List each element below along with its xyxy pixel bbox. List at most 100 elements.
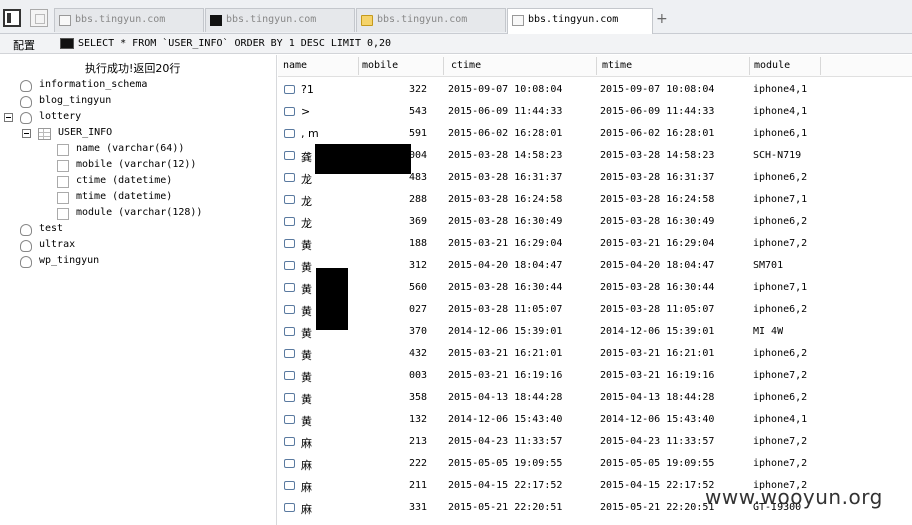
collapse-icon[interactable] [22, 129, 31, 138]
row-select-icon[interactable] [284, 217, 295, 226]
cell-ctime: 2015-05-05 19:09:55 [448, 458, 563, 469]
tab-4-active[interactable]: bbs.tingyun.com [507, 8, 653, 34]
cell-name: > [301, 105, 311, 118]
table-row[interactable]: 黄 432 2015-03-21 16:21:01 2015-03-21 16:21:… [278, 343, 912, 365]
cell-name: ?1 [301, 83, 314, 96]
column-icon [57, 208, 69, 220]
cell-mtime: 2015-03-28 16:31:37 [600, 172, 715, 183]
table-row[interactable]: 龙 288 2015-03-28 16:24:58 2015-03-28 16:24:… [278, 189, 912, 211]
column-resizer[interactable] [358, 57, 359, 75]
cell-name: 黄 [301, 415, 312, 428]
table-row[interactable]: 龙 369 2015-03-28 16:30:49 2015-03-28 16:30:… [278, 211, 912, 233]
tree-node-label: lottery [39, 111, 82, 122]
row-select-icon[interactable] [284, 173, 295, 182]
cell-mtime: 2015-03-28 16:24:58 [600, 194, 715, 205]
table-row[interactable]: 麻 222 2015-05-05 19:09:55 2015-05-05 19:09:… [278, 453, 912, 475]
tree-node-label: name (varchar(64)) [76, 143, 185, 154]
cell-name: 麻 [301, 503, 312, 516]
cell-mtime: 2015-03-21 16:29:04 [600, 238, 715, 249]
terminal-icon [210, 15, 222, 26]
row-select-icon[interactable] [284, 371, 295, 380]
cell-mtime: 2015-03-28 16:30:49 [600, 216, 715, 227]
cell-name: 黄 [301, 371, 312, 384]
row-select-icon[interactable] [284, 437, 295, 446]
row-select-icon[interactable] [284, 327, 295, 336]
column-resizer[interactable] [749, 57, 750, 75]
cell-mobile: 213 [409, 436, 428, 447]
cell-name: 黄 [301, 393, 312, 406]
column-resizer[interactable] [443, 57, 444, 75]
column-header-ctime[interactable]: ctime [451, 60, 481, 71]
cell-module: SCH-N719 [753, 150, 802, 161]
cell-name: 麻 [301, 459, 312, 472]
table-row[interactable]: 黄 003 2015-03-21 16:19:16 2015-03-21 16:19:… [278, 365, 912, 387]
table-row[interactable]: 黄 027 2015-03-28 11:05:07 2015-03-28 11:05:… [278, 299, 912, 321]
database-icon [20, 80, 32, 92]
row-select-icon[interactable] [284, 261, 295, 270]
cell-mobile: 222 [409, 458, 428, 469]
row-select-icon[interactable] [284, 283, 295, 292]
column-resizer[interactable] [820, 57, 821, 75]
collapse-icon[interactable] [4, 113, 13, 122]
row-select-icon[interactable] [284, 151, 295, 160]
tab-3[interactable]: bbs.tingyun.com [356, 8, 506, 32]
cell-name: 黄 [301, 239, 312, 252]
row-select-icon[interactable] [284, 107, 295, 116]
database-icon [20, 240, 32, 252]
column-header-module[interactable]: module [754, 60, 790, 71]
table-row[interactable]: >543 2015-06-09 11:44:33 2015-06-09 11:44:… [278, 101, 912, 123]
cell-mtime: 2014-12-06 15:43:40 [600, 414, 715, 425]
table-row[interactable]: 麻 213 2015-04-23 11:33:57 2015-04-23 11:33:… [278, 431, 912, 453]
row-select-icon[interactable] [284, 503, 295, 512]
cell-module: iphone6,1 [753, 128, 808, 139]
tab-2[interactable]: bbs.tingyun.com [205, 8, 355, 32]
row-select-icon[interactable] [284, 85, 295, 94]
cell-mtime: 2015-05-05 19:09:55 [600, 458, 715, 469]
tree-node-label: wp_tingyun [39, 255, 100, 266]
cell-ctime: 2014-12-06 15:43:40 [448, 414, 563, 425]
config-button[interactable]: 配置 [13, 37, 35, 53]
column-icon [57, 144, 69, 156]
row-select-icon[interactable] [284, 393, 295, 402]
row-select-icon[interactable] [284, 239, 295, 248]
row-select-icon[interactable] [284, 129, 295, 138]
cell-module: iphone7,2 [753, 370, 808, 381]
row-select-icon[interactable] [284, 481, 295, 490]
table-row[interactable]: 黄 358 2015-04-13 18:44:28 2015-04-13 18:44:… [278, 387, 912, 409]
cell-mtime: 2015-03-21 16:19:16 [600, 370, 715, 381]
column-header-mobile[interactable]: mobile [362, 60, 398, 71]
table-row[interactable]: , m 591 2015-06-02 16:28:01 2015-06-02 16:2… [278, 123, 912, 145]
table-row[interactable]: 黄 132 2014-12-06 15:43:40 2014-12-06 15:43:… [278, 409, 912, 431]
cell-mobile: 331 [409, 502, 428, 513]
row-select-icon[interactable] [284, 195, 295, 204]
column-resizer[interactable] [596, 57, 597, 75]
cell-mobile: 432 [409, 348, 428, 359]
table-row[interactable]: 黄 560 2015-03-28 16:30:44 2015-03-28 16:30:… [278, 277, 912, 299]
cell-ctime: 2015-04-20 18:04:47 [448, 260, 563, 271]
folder-icon [361, 15, 373, 26]
table-row[interactable]: 黄 312 2015-04-20 18:04:47 2015-04-20 18:04:… [278, 255, 912, 277]
new-window-icon[interactable] [30, 9, 48, 27]
row-select-icon[interactable] [284, 459, 295, 468]
database-icon [20, 224, 32, 236]
column-header-mtime[interactable]: mtime [602, 60, 632, 71]
table-row[interactable]: 黄 188 2015-03-21 16:29:04 2015-03-21 16:29:… [278, 233, 912, 255]
tree-node-label: mtime (datetime) [76, 191, 173, 202]
row-select-icon[interactable] [284, 305, 295, 314]
table-row[interactable]: ?1 322 2015-09-07 10:08:04 2015-09-07 10:08… [278, 79, 912, 101]
table-row[interactable]: 黄 370 2014-12-06 15:39:01 2014-12-06 15:39:… [278, 321, 912, 343]
database-icon [20, 96, 32, 108]
status-message: 执行成功!返回20行 [85, 62, 181, 75]
new-tab-button[interactable]: + [656, 11, 668, 27]
sql-query-input[interactable]: SELECT * FROM `USER_INFO` ORDER BY 1 DES… [78, 38, 391, 49]
tab-label: bbs.tingyun.com [377, 14, 468, 25]
cell-mobile: 004 [409, 150, 428, 161]
row-select-icon[interactable] [284, 349, 295, 358]
sidebar-toggle-icon[interactable] [3, 9, 21, 27]
tab-1[interactable]: bbs.tingyun.com [54, 8, 204, 32]
column-header-name[interactable]: name [283, 60, 307, 71]
cell-ctime: 2015-04-23 11:33:57 [448, 436, 563, 447]
tree-node-label: information_schema [39, 79, 148, 90]
row-select-icon[interactable] [284, 415, 295, 424]
cell-ctime: 2015-03-28 11:05:07 [448, 304, 563, 315]
